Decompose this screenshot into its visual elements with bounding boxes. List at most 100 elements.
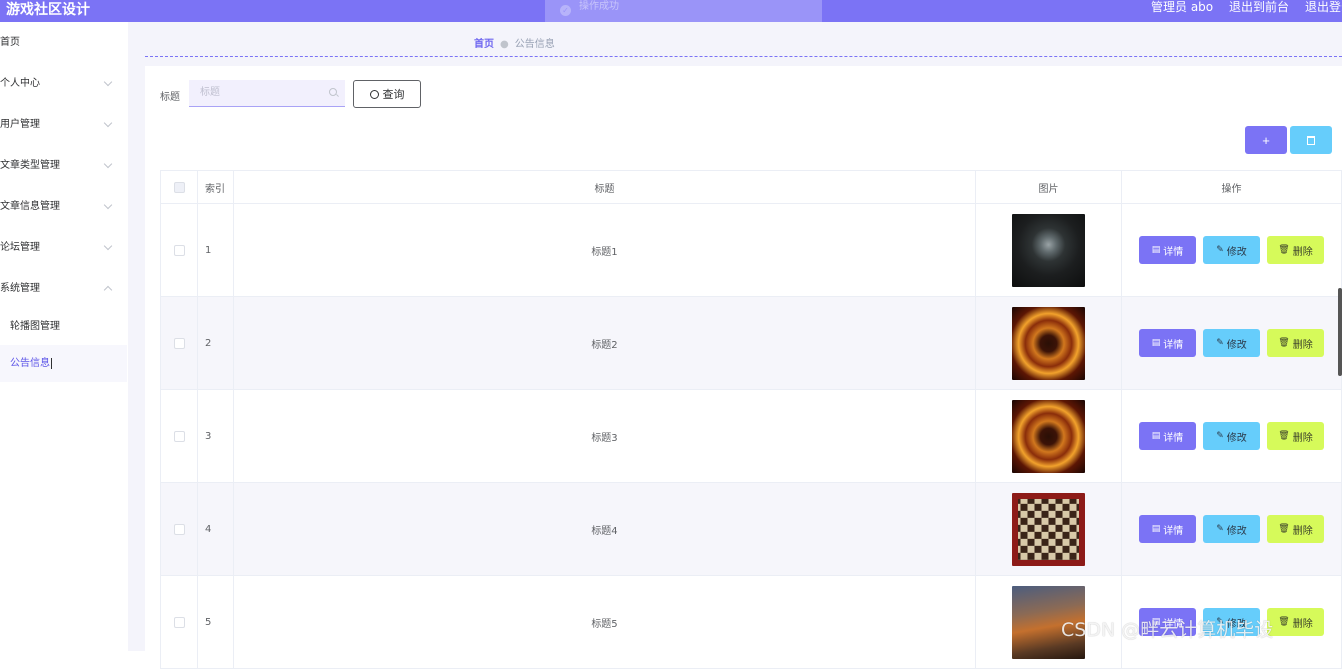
search-icon — [369, 90, 379, 99]
sidebar-subitem-label: 公告信息 — [10, 345, 52, 382]
divider — [145, 56, 1342, 57]
edit-button[interactable]: ✎ 修改 — [1203, 422, 1260, 450]
mockingjay-fire-thumbnail[interactable] — [1012, 306, 1085, 380]
sidebar-item-system[interactable]: 系统管理 — [0, 268, 127, 309]
check-circle-icon: ✓ — [560, 5, 571, 16]
detail-button[interactable]: ▤ 详情 — [1139, 422, 1196, 450]
sidebar-item-forum[interactable]: 论坛管理 — [0, 227, 127, 268]
dark-game-icon-thumbnail[interactable] — [1012, 213, 1085, 287]
row-index: 3 — [198, 390, 234, 482]
query-button[interactable]: 查询 — [353, 80, 421, 108]
chevron-down-icon — [103, 241, 113, 251]
current-user: 管理员 abo — [1151, 0, 1214, 14]
sidebar-subitem-text: 公告信息 — [10, 358, 50, 369]
row-select-cell — [161, 390, 198, 482]
row-select-cell — [161, 204, 198, 296]
delete-button-label: 删除 — [1292, 525, 1313, 537]
back-to-front-link[interactable]: 退出到前台 — [1229, 0, 1289, 15]
sidebar-item-profile[interactable]: 个人中心 — [0, 63, 127, 104]
search-input[interactable] — [189, 80, 330, 105]
row-checkbox[interactable] — [173, 337, 185, 349]
chevron-down-icon — [103, 118, 113, 128]
document-icon: ▤ — [1151, 338, 1161, 348]
sidebar-subitem-label: 轮播图管理 — [10, 321, 60, 332]
row-index: 4 — [198, 483, 234, 575]
table-row: 2 标题2 ▤ 详情 ✎ 修改 🗑 删除 — [161, 297, 1341, 390]
detail-button[interactable]: ▤ 详情 — [1139, 236, 1196, 264]
page-scrollbar[interactable] — [1338, 288, 1342, 376]
document-icon: ▤ — [1151, 245, 1161, 255]
delete-button[interactable]: 🗑 删除 — [1267, 608, 1324, 636]
search-label: 标题 — [160, 92, 180, 103]
mockingjay-fire-thumbnail[interactable] — [1012, 399, 1085, 473]
row-checkbox[interactable] — [173, 523, 185, 535]
chevron-down-icon — [103, 200, 113, 210]
delete-button[interactable]: 🗑 删除 — [1267, 515, 1324, 543]
column-header-index: 索引 — [198, 171, 234, 203]
detail-button-label: 详情 — [1163, 525, 1184, 537]
row-checkbox[interactable] — [173, 430, 185, 442]
detail-button[interactable]: ▤ 详情 — [1139, 329, 1196, 357]
sidebar-subitem-carousel[interactable]: 轮播图管理 — [0, 308, 127, 345]
detail-button-label: 详情 — [1163, 432, 1184, 444]
trash-icon — [1307, 135, 1315, 145]
chevron-down-icon — [103, 159, 113, 169]
main-content: 首页 ● 公告信息 标题 查询 + 索引 标题 图片 操作 1 标题1 — [128, 22, 1342, 669]
delete-button[interactable]: 🗑 删除 — [1267, 329, 1324, 357]
row-actions: ▤ 详情 ✎ 修改 🗑 删除 — [1122, 204, 1341, 296]
breadcrumb-home[interactable]: 首页 — [474, 39, 494, 50]
delete-button[interactable]: 🗑 删除 — [1267, 422, 1324, 450]
column-header-title: 标题 — [234, 171, 976, 203]
row-index: 1 — [198, 204, 234, 296]
pencil-icon: ✎ — [1216, 245, 1224, 255]
sidebar-item-home[interactable]: 首页 — [0, 22, 127, 63]
row-select-cell — [161, 576, 198, 668]
sidebar-item-articles[interactable]: 文章信息管理 — [0, 186, 127, 227]
sidebar-item-label: 用户管理 — [0, 119, 40, 130]
row-image-cell — [976, 204, 1122, 296]
sidebar-item-article-types[interactable]: 文章类型管理 — [0, 145, 127, 186]
row-actions: ▤ 详情 ✎ 修改 🗑 删除 — [1122, 297, 1341, 389]
success-toast: ✓ 操作成功 — [545, 0, 822, 22]
trash-icon: 🗑 — [1278, 617, 1290, 627]
select-all-checkbox[interactable] — [173, 181, 185, 193]
chevron-down-icon — [103, 77, 113, 87]
text-cursor — [51, 357, 52, 369]
row-title: 标题5 — [234, 576, 976, 668]
table-row: 1 标题1 ▤ 详情 ✎ 修改 🗑 删除 — [161, 204, 1341, 297]
row-image-cell — [976, 483, 1122, 575]
add-button[interactable]: + — [1245, 126, 1287, 154]
site-title: 游戏社区设计 — [6, 2, 90, 18]
detail-button[interactable]: ▤ 详情 — [1139, 515, 1196, 543]
table-header-row: 索引 标题 图片 操作 — [161, 171, 1341, 204]
row-checkbox[interactable] — [173, 244, 185, 256]
detail-button-label: 详情 — [1163, 246, 1184, 258]
content-panel: 标题 查询 + 索引 标题 图片 操作 1 标题1 ▤详情 — [145, 66, 1342, 669]
row-index: 5 — [198, 576, 234, 668]
edit-button-label: 修改 — [1226, 432, 1247, 444]
logout-link[interactable]: 退出登录 — [1305, 0, 1342, 15]
row-select-cell — [161, 297, 198, 389]
sidebar-subitem-announcements[interactable]: 公告信息 — [0, 345, 127, 382]
row-index: 2 — [198, 297, 234, 389]
trash-icon: 🗑 — [1278, 338, 1290, 348]
edit-button-label: 修改 — [1226, 525, 1247, 537]
document-icon: ▤ — [1151, 524, 1161, 534]
batch-delete-button[interactable] — [1290, 126, 1332, 154]
delete-button[interactable]: 🗑 删除 — [1267, 236, 1324, 264]
edit-button[interactable]: ✎ 修改 — [1203, 329, 1260, 357]
select-all-cell — [161, 171, 198, 203]
chess-board-thumbnail[interactable] — [1012, 492, 1085, 566]
sidebar-item-users[interactable]: 用户管理 — [0, 104, 127, 145]
row-title: 标题1 — [234, 204, 976, 296]
edit-button[interactable]: ✎ 修改 — [1203, 515, 1260, 543]
sidebar-item-label: 论坛管理 — [0, 242, 40, 253]
table-row: 3 标题3 ▤ 详情 ✎ 修改 🗑 删除 — [161, 390, 1341, 483]
detail-button-label: 详情 — [1163, 339, 1184, 351]
row-checkbox[interactable] — [173, 616, 185, 628]
row-image-cell — [976, 390, 1122, 482]
toast-message: 操作成功 — [579, 1, 619, 12]
chevron-up-icon — [103, 285, 113, 295]
sidebar-item-label: 个人中心 — [0, 78, 40, 89]
edit-button[interactable]: ✎ 修改 — [1203, 236, 1260, 264]
